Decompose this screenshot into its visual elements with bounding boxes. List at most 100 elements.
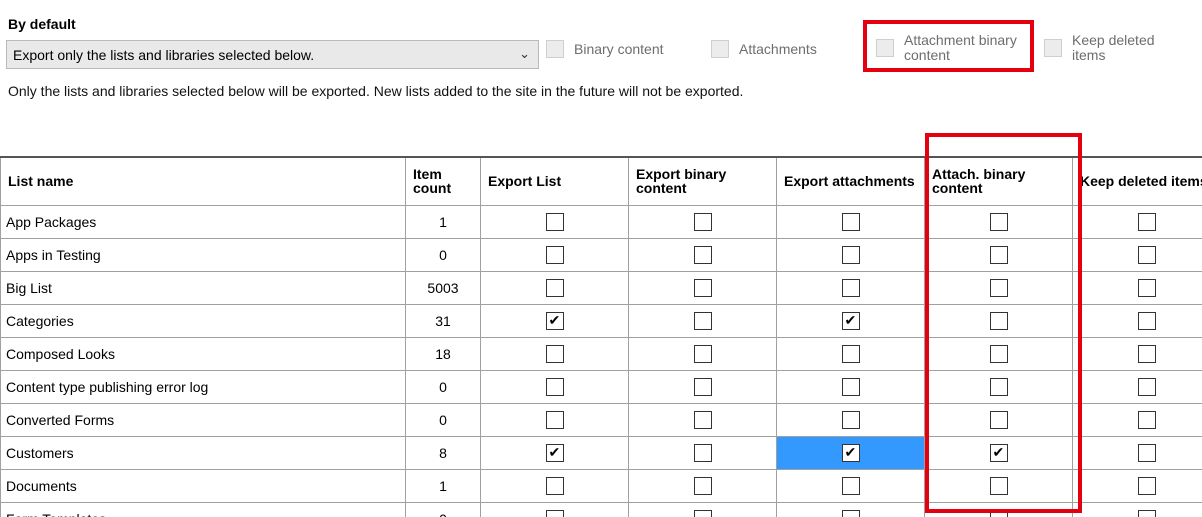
- keep-deleted-checkbox[interactable]: [1137, 311, 1156, 330]
- export-attachments-checkbox[interactable]: [841, 509, 860, 517]
- col-header-keep-deleted[interactable]: Keep deleted items: [1072, 156, 1202, 206]
- col-header-export-list[interactable]: Export List: [480, 156, 629, 206]
- export-attachments-checkbox[interactable]: [841, 443, 860, 462]
- export-attachments-checkbox-cell[interactable]: [776, 303, 925, 338]
- keep-deleted-checkbox-cell[interactable]: [1072, 204, 1202, 239]
- export-list-checkbox[interactable]: [545, 509, 564, 517]
- keep-deleted-checkbox[interactable]: [1137, 410, 1156, 429]
- export-attachments-checkbox-cell[interactable]: [776, 270, 925, 305]
- export-binary-checkbox[interactable]: [693, 377, 712, 396]
- list-name-cell: Categories: [0, 303, 406, 338]
- export-list-checkbox[interactable]: [545, 344, 564, 363]
- keep-deleted-checkbox-cell[interactable]: [1072, 336, 1202, 371]
- export-attachments-checkbox-cell[interactable]: [776, 435, 925, 470]
- export-attachments-checkbox[interactable]: [841, 410, 860, 429]
- export-binary-checkbox[interactable]: [693, 509, 712, 517]
- attachments-label: Attachments: [739, 40, 817, 57]
- export-list-checkbox[interactable]: [545, 278, 564, 297]
- export-attachments-checkbox-cell[interactable]: [776, 402, 925, 437]
- keep-deleted-checkbox-cell[interactable]: [1072, 501, 1202, 517]
- export-list-checkbox-cell[interactable]: [480, 501, 629, 517]
- export-list-checkbox-cell[interactable]: [480, 435, 629, 470]
- chevron-down-icon[interactable]: ⌄: [519, 46, 530, 62]
- list-name-cell: App Packages: [0, 204, 406, 239]
- export-list-checkbox[interactable]: [545, 377, 564, 396]
- export-attachments-checkbox[interactable]: [841, 278, 860, 297]
- export-binary-checkbox-cell[interactable]: [628, 303, 777, 338]
- export-binary-checkbox[interactable]: [693, 278, 712, 297]
- export-binary-checkbox-cell[interactable]: [628, 435, 777, 470]
- keep-deleted-checkbox[interactable]: [1137, 476, 1156, 495]
- keep-deleted-checkbox[interactable]: [1137, 377, 1156, 396]
- export-attachments-checkbox[interactable]: [841, 377, 860, 396]
- export-binary-checkbox-cell[interactable]: [628, 237, 777, 272]
- export-list-checkbox[interactable]: [545, 476, 564, 495]
- export-list-checkbox[interactable]: [545, 212, 564, 231]
- export-binary-checkbox[interactable]: [693, 245, 712, 264]
- export-attachments-checkbox[interactable]: [841, 344, 860, 363]
- col-header-export-binary[interactable]: Export binary content: [628, 156, 777, 206]
- export-list-checkbox[interactable]: [545, 245, 564, 264]
- export-list-checkbox-cell[interactable]: [480, 270, 629, 305]
- col-header-list-name[interactable]: List name: [0, 156, 406, 206]
- col-header-item-count[interactable]: Item count: [405, 156, 481, 206]
- export-list-checkbox[interactable]: [545, 410, 564, 429]
- attachments-option[interactable]: Attachments: [711, 40, 817, 58]
- keep-deleted-checkbox-cell[interactable]: [1072, 237, 1202, 272]
- keep-deleted-checkbox[interactable]: [1137, 278, 1156, 297]
- export-binary-checkbox-cell[interactable]: [628, 468, 777, 503]
- export-binary-checkbox[interactable]: [693, 212, 712, 231]
- export-list-checkbox-cell[interactable]: [480, 369, 629, 404]
- keep-deleted-checkbox-cell[interactable]: [1072, 270, 1202, 305]
- export-binary-checkbox-cell[interactable]: [628, 336, 777, 371]
- keep-deleted-checkbox-cell[interactable]: [1072, 369, 1202, 404]
- attachments-checkbox[interactable]: [711, 40, 729, 58]
- export-mode-dropdown[interactable]: Export only the lists and libraries sele…: [6, 40, 539, 69]
- export-attachments-checkbox-cell[interactable]: [776, 468, 925, 503]
- keep-deleted-checkbox-cell[interactable]: [1072, 303, 1202, 338]
- keep-deleted-checkbox[interactable]: [1137, 212, 1156, 231]
- keep-deleted-checkbox[interactable]: [1137, 443, 1156, 462]
- export-binary-checkbox-cell[interactable]: [628, 501, 777, 517]
- list-name-cell: Form Templates: [0, 501, 406, 517]
- keep-deleted-checkbox[interactable]: [1137, 245, 1156, 264]
- export-binary-checkbox-cell[interactable]: [628, 369, 777, 404]
- export-attachments-checkbox[interactable]: [841, 476, 860, 495]
- export-binary-checkbox-cell[interactable]: [628, 402, 777, 437]
- export-attachments-checkbox-cell[interactable]: [776, 336, 925, 371]
- keep-deleted-checkbox[interactable]: [1137, 509, 1156, 517]
- export-binary-checkbox[interactable]: [693, 476, 712, 495]
- export-list-checkbox[interactable]: [545, 443, 564, 462]
- highlight-box-column: [925, 133, 1082, 513]
- binary-content-option[interactable]: Binary content: [546, 40, 664, 58]
- keep-deleted-items-option[interactable]: Keep deleted items: [1044, 33, 1172, 63]
- export-binary-checkbox[interactable]: [693, 410, 712, 429]
- export-attachments-checkbox-cell[interactable]: [776, 501, 925, 517]
- export-binary-checkbox-cell[interactable]: [628, 204, 777, 239]
- export-attachments-checkbox[interactable]: [841, 311, 860, 330]
- keep-deleted-checkbox-cell[interactable]: [1072, 402, 1202, 437]
- export-list-checkbox-cell[interactable]: [480, 468, 629, 503]
- export-attachments-checkbox-cell[interactable]: [776, 237, 925, 272]
- export-binary-checkbox-cell[interactable]: [628, 270, 777, 305]
- export-list-checkbox-cell[interactable]: [480, 303, 629, 338]
- export-list-checkbox-cell[interactable]: [480, 237, 629, 272]
- export-binary-checkbox[interactable]: [693, 344, 712, 363]
- keep-deleted-items-checkbox[interactable]: [1044, 39, 1062, 57]
- col-header-export-attachments[interactable]: Export attachments: [776, 156, 925, 206]
- export-list-checkbox-cell[interactable]: [480, 336, 629, 371]
- keep-deleted-checkbox-cell[interactable]: [1072, 435, 1202, 470]
- item-count-cell: 0: [405, 369, 481, 404]
- export-list-checkbox-cell[interactable]: [480, 402, 629, 437]
- export-attachments-checkbox-cell[interactable]: [776, 369, 925, 404]
- export-list-checkbox[interactable]: [545, 311, 564, 330]
- keep-deleted-checkbox-cell[interactable]: [1072, 468, 1202, 503]
- export-list-checkbox-cell[interactable]: [480, 204, 629, 239]
- binary-content-checkbox[interactable]: [546, 40, 564, 58]
- export-binary-checkbox[interactable]: [693, 311, 712, 330]
- export-attachments-checkbox-cell[interactable]: [776, 204, 925, 239]
- export-attachments-checkbox[interactable]: [841, 212, 860, 231]
- export-attachments-checkbox[interactable]: [841, 245, 860, 264]
- keep-deleted-checkbox[interactable]: [1137, 344, 1156, 363]
- export-binary-checkbox[interactable]: [693, 443, 712, 462]
